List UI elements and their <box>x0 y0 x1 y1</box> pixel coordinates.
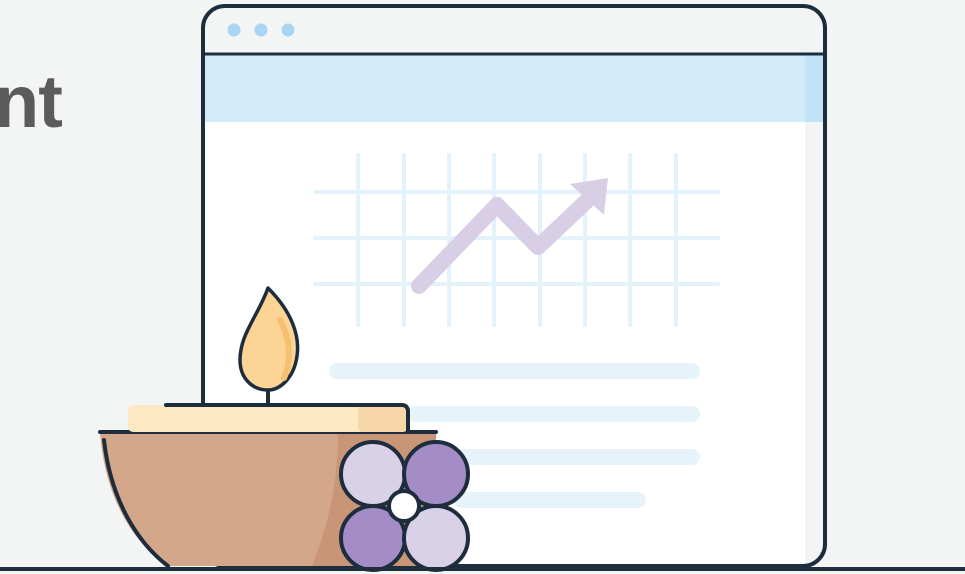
window-dot-icon <box>281 23 295 37</box>
flower-center <box>387 489 421 523</box>
window-dot-icon <box>227 23 241 37</box>
illustration-canvas: nt <box>0 0 965 574</box>
wellness-illustration <box>0 4 965 572</box>
browser-header-band <box>203 54 825 122</box>
window-dot-icon <box>254 23 268 37</box>
